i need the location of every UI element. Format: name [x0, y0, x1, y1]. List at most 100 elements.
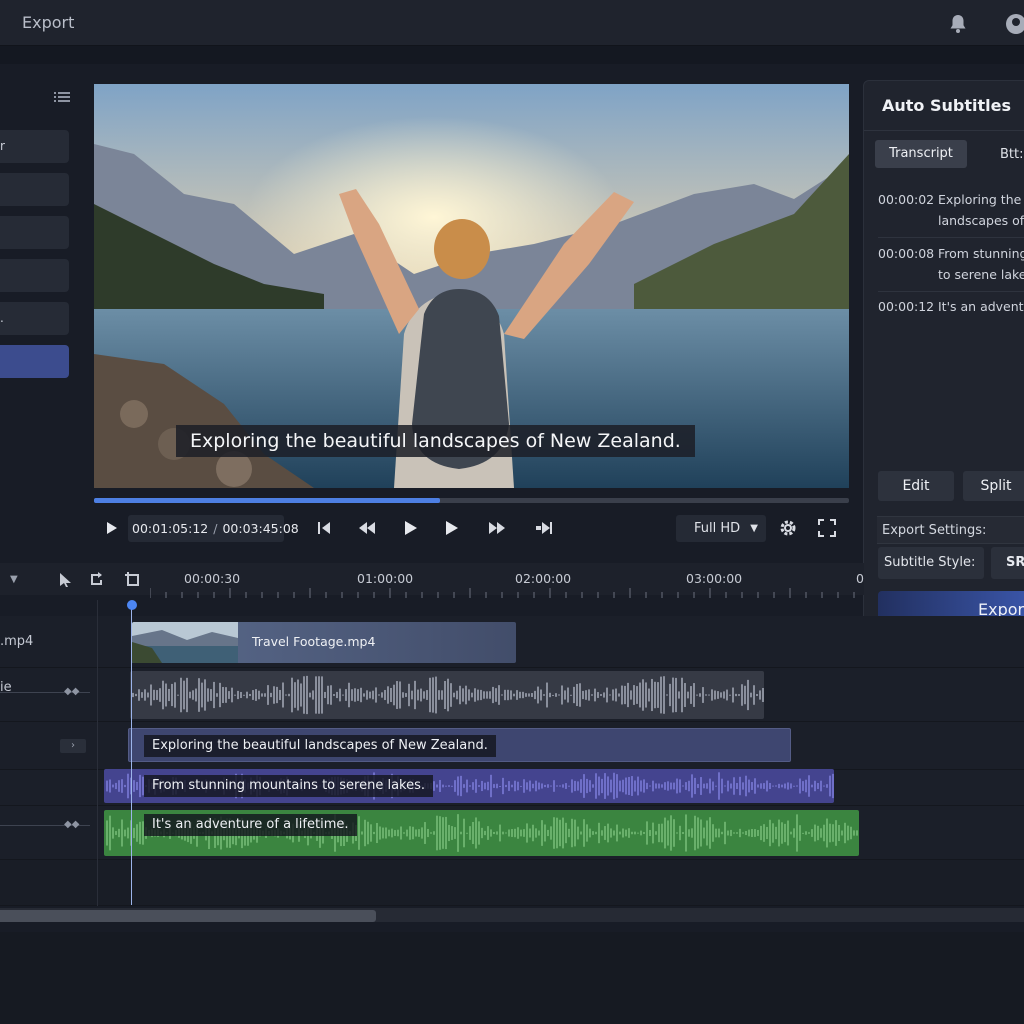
waveform-bar — [636, 686, 638, 704]
subtitle-clip[interactable]: From stunning mountains to serene lakes. — [104, 769, 834, 803]
waveform-bar — [661, 784, 663, 788]
waveform-bar — [463, 818, 465, 848]
waveform-bar — [544, 784, 546, 788]
tab-srt[interactable]: Btt: — [1000, 147, 1024, 162]
play-alt-icon[interactable] — [440, 517, 462, 539]
sidebar-item[interactable] — [0, 173, 69, 206]
waveform-bar — [556, 817, 558, 849]
waveform-bar — [669, 683, 671, 707]
waveform-bar — [528, 693, 530, 697]
playhead-handle[interactable] — [127, 600, 137, 610]
quality-select[interactable]: Full HD ▼ — [676, 515, 766, 542]
video-clip[interactable]: Travel Footage.mp4 — [132, 622, 516, 663]
waveform-bar — [541, 820, 543, 846]
waveform-bar — [652, 822, 654, 844]
rewind-icon[interactable] — [356, 517, 378, 539]
waveform-bar — [796, 814, 798, 852]
waveform-bar — [523, 829, 525, 837]
transcript-row[interactable]: 00:00:12 It's an adventu — [878, 296, 1024, 318]
skip-start-icon[interactable] — [313, 517, 335, 539]
divider — [864, 130, 1024, 131]
select-tool-icon[interactable] — [57, 571, 74, 588]
split-button[interactable]: Split — [963, 471, 1024, 501]
waveform-bar — [715, 828, 717, 838]
sidebar-item[interactable]: . — [0, 302, 69, 335]
sidebar-item[interactable]: r — [0, 130, 69, 163]
transcript-row[interactable]: 00:00:08 From stunning to serene lakes — [878, 243, 1024, 287]
waveform-bar — [612, 689, 614, 701]
waveform-bar — [109, 779, 111, 793]
waveform-bar — [841, 830, 843, 836]
crop-icon[interactable] — [124, 571, 141, 588]
waveform-bar — [700, 819, 702, 847]
waveform-bar — [604, 826, 606, 840]
scrollbar-thumb[interactable] — [0, 910, 376, 922]
time-ruler[interactable] — [150, 588, 864, 598]
waveform-bar — [475, 779, 477, 793]
play-icon[interactable] — [100, 517, 122, 539]
loop-icon[interactable] — [88, 571, 105, 588]
waveform-bar — [390, 687, 392, 703]
edit-button[interactable]: Edit — [878, 471, 954, 501]
chevron-right-icon[interactable]: › — [60, 739, 86, 753]
waveform-bar — [411, 690, 413, 700]
bell-icon[interactable] — [946, 12, 970, 36]
waveform-bar — [574, 780, 576, 792]
waveform-bar — [658, 783, 660, 789]
fast-forward-icon[interactable] — [486, 517, 508, 539]
waveform-bar — [165, 683, 167, 707]
waveform-bar — [523, 779, 525, 793]
waveform-bar — [660, 676, 662, 714]
waveform-bar — [303, 676, 305, 714]
waveform-bar — [225, 687, 227, 703]
list-icon[interactable] — [54, 91, 70, 103]
subtitle-clip[interactable]: Exploring the beautiful landscapes of Ne… — [128, 728, 791, 762]
waveform-bar — [106, 780, 108, 792]
subtitle-style-select[interactable]: SR — [991, 547, 1024, 579]
waveform-bar — [538, 782, 540, 790]
clip-name: Travel Footage.mp4 — [252, 634, 376, 649]
waveform-bar — [514, 780, 516, 792]
waveform-bar — [811, 829, 813, 837]
sidebar-item-active[interactable] — [0, 345, 69, 378]
waveform-bar — [754, 778, 756, 794]
transcript-row[interactable]: 00:00:02 Exploring the l landscapes of — [878, 189, 1024, 233]
waveform-bar — [529, 828, 531, 838]
keyframe-icon[interactable]: ◆◆ — [64, 819, 79, 830]
waveform-bar — [633, 685, 635, 705]
play-icon[interactable] — [399, 517, 421, 539]
tab-transcript[interactable]: Transcript — [875, 140, 967, 168]
gear-icon[interactable] — [777, 517, 799, 539]
skip-end-icon[interactable] — [533, 517, 555, 539]
waveform-bar — [180, 677, 182, 713]
waveform-bar — [571, 818, 573, 848]
waveform-bar — [592, 784, 594, 788]
avatar-icon[interactable] — [1004, 12, 1024, 36]
audio-clip[interactable] — [130, 671, 764, 719]
waveform-bar — [360, 687, 362, 703]
sidebar-item[interactable] — [0, 216, 69, 249]
waveform-bar — [493, 831, 495, 835]
waveform-bar — [697, 817, 699, 849]
waveform-bar — [762, 687, 764, 703]
chevron-down-icon[interactable]: ▼ — [10, 574, 18, 585]
waveform-bar — [141, 692, 143, 698]
waveform-bar — [112, 784, 114, 788]
time-separator: / — [213, 521, 218, 536]
keyframe-icon[interactable]: ◆◆ — [64, 686, 79, 697]
waveform-bar — [595, 773, 597, 799]
subtitle-clip[interactable]: It's an adventure of a lifetime. — [104, 810, 859, 856]
waveform-bar — [853, 830, 855, 836]
waveform-bar — [561, 685, 563, 705]
waveform-bar — [775, 785, 777, 787]
waveform-bar — [555, 693, 557, 697]
waveform-bar — [438, 690, 440, 700]
sidebar-item[interactable] — [0, 259, 69, 292]
waveform-bar — [679, 779, 681, 793]
waveform-bar — [367, 821, 369, 845]
waveform-bar — [472, 821, 474, 845]
waveform-bar — [489, 691, 491, 699]
waveform-bar — [763, 783, 765, 789]
waveform-bar — [457, 814, 459, 852]
fullscreen-icon[interactable] — [816, 517, 838, 539]
